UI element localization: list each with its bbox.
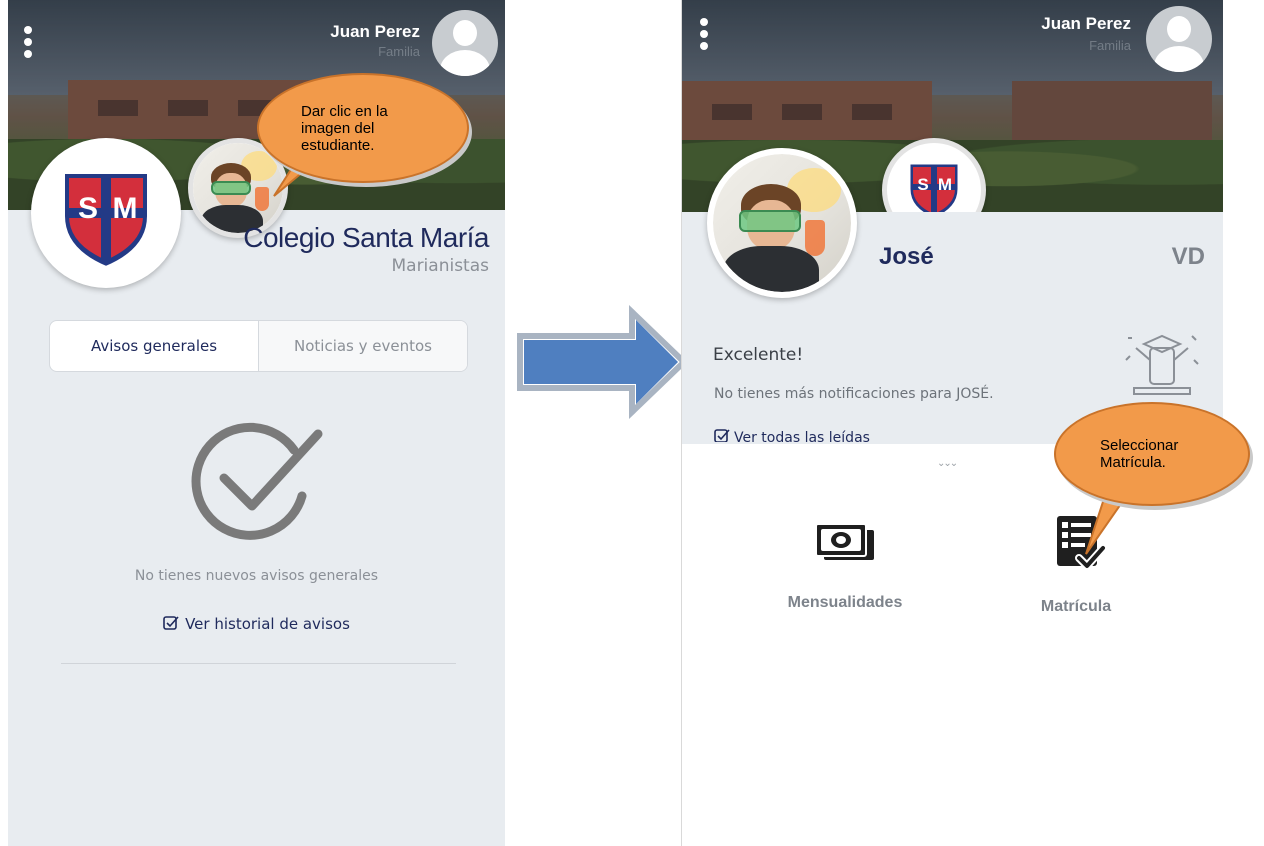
checkbox-icon — [163, 616, 179, 630]
svg-text:S: S — [917, 175, 928, 194]
option-label: Mensualidades — [787, 594, 903, 611]
tab-noticias-eventos[interactable]: Noticias y eventos — [259, 321, 467, 371]
notice-tabs: Avisos generales Noticias y eventos — [49, 320, 468, 372]
user-name: Juan Perez — [330, 22, 420, 41]
user-name: Juan Perez — [1041, 14, 1131, 33]
school-name: Colegio Santa María — [243, 222, 489, 253]
student-photo[interactable] — [707, 148, 857, 298]
read-notifications-link[interactable]: Ver todas las leídas — [714, 428, 870, 442]
option-label: Matrícula — [1040, 598, 1112, 615]
svg-text:M: M — [938, 175, 952, 194]
celebration-icon — [1125, 334, 1199, 395]
history-link-label: Ver historial de avisos — [185, 615, 350, 633]
option-mensualidades[interactable]: Mensualidades — [770, 520, 920, 612]
menu-icon[interactable] — [24, 26, 34, 58]
right-arrow-icon — [517, 304, 689, 420]
notification-message: No tienes más notificaciones para JOSÉ. — [714, 386, 994, 402]
user-avatar-icon[interactable] — [1146, 6, 1212, 72]
annotation-callout-right: Seleccionar Matrícula. — [1054, 402, 1250, 506]
svg-text:M: M — [113, 192, 138, 225]
menu-icon[interactable] — [700, 18, 710, 50]
student-name: José — [879, 243, 934, 270]
svg-text:S: S — [78, 192, 98, 225]
annotation-text-left: Dar clic en la imagen del estudiante. — [301, 102, 388, 154]
divider — [61, 663, 456, 664]
checkbox-icon — [714, 429, 730, 442]
history-link[interactable]: Ver historial de avisos — [8, 615, 505, 633]
user-role: Familia — [1089, 38, 1131, 53]
tutorial-composite: Juan Perez Familia S M Colegio Santa Mar… — [0, 0, 1264, 846]
annotation-text-right: Seleccionar Matrícula. — [1100, 437, 1179, 471]
user-role: Familia — [378, 44, 420, 59]
shield-icon: S M — [61, 170, 151, 271]
empty-state-message: No tienes nuevos avisos generales — [134, 568, 379, 584]
notification-title: Excelente! — [713, 345, 804, 365]
school-subtitle: Marianistas — [391, 256, 489, 276]
user-avatar-icon[interactable] — [432, 10, 498, 76]
annotation-callout-left: Dar clic en la imagen del estudiante. — [257, 73, 469, 183]
student-initials: VD — [1171, 243, 1205, 270]
read-link-label: Ver todas las leídas — [734, 430, 870, 442]
money-bills-icon — [815, 523, 874, 560]
school-logo: S M — [31, 138, 181, 288]
tab-avisos-generales[interactable]: Avisos generales — [50, 321, 259, 371]
check-circle-icon — [191, 422, 323, 540]
expand-chevron-icon[interactable]: ⌄⌄⌄ — [937, 458, 958, 469]
